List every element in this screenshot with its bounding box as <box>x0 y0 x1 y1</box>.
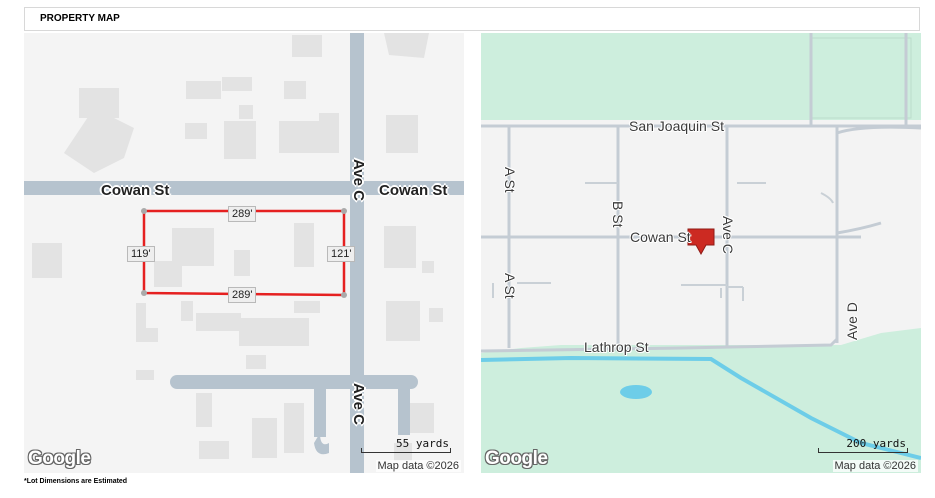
street-label-ave-c-top: Ave C <box>350 159 367 201</box>
map-attribution[interactable]: Map data ©2026 <box>832 460 918 472</box>
street-label-b-st: B St <box>610 201 626 228</box>
parcel-map[interactable]: Cowan St Cowan St Ave C Ave C 289' 289' … <box>24 33 464 473</box>
scale-bar: 55 yards <box>361 437 451 453</box>
buildings <box>32 33 443 461</box>
lot-dimension-right: 121' <box>327 246 356 262</box>
street-label-cowan: Cowan St <box>630 229 691 245</box>
street-label-ave-c: Ave C <box>720 216 736 254</box>
street-label-a-st-top: A St <box>502 167 518 193</box>
google-logo[interactable]: Google <box>485 448 548 470</box>
street-label-a-st-bottom: A St <box>502 273 518 299</box>
google-logo[interactable]: Google <box>28 448 91 470</box>
street-label-cowan-left: Cowan St <box>101 182 170 199</box>
page-title: PROPERTY MAP <box>40 13 120 24</box>
lot-dimensions-footnote: *Lot Dimensions are Estimated <box>24 478 128 485</box>
area-map[interactable]: San Joaquin St Cowan St Lathrop St A St … <box>481 33 921 473</box>
area-map-canvas <box>481 33 921 473</box>
scale-bar: 200 yards <box>818 437 908 453</box>
street-label-lathrop: Lathrop St <box>584 339 649 355</box>
street-label-ave-d: Ave D <box>844 302 860 340</box>
lot-dimension-bottom: 289' <box>228 287 257 303</box>
location-pin-icon[interactable] <box>687 228 715 256</box>
map-attribution[interactable]: Map data ©2026 <box>375 460 461 472</box>
parcel-map-canvas <box>24 33 464 473</box>
property-map-header: PROPERTY MAP <box>24 7 920 31</box>
street-label-ave-c-bottom: Ave C <box>350 383 367 425</box>
lot-dimension-top: 289' <box>228 206 257 222</box>
scale-bar-line <box>361 448 451 453</box>
scale-bar-line <box>818 448 908 453</box>
street-label-san-joaquin: San Joaquin St <box>629 118 724 134</box>
lot-dimension-left: 119' <box>127 246 155 262</box>
street-label-cowan-right: Cowan St <box>379 182 448 199</box>
